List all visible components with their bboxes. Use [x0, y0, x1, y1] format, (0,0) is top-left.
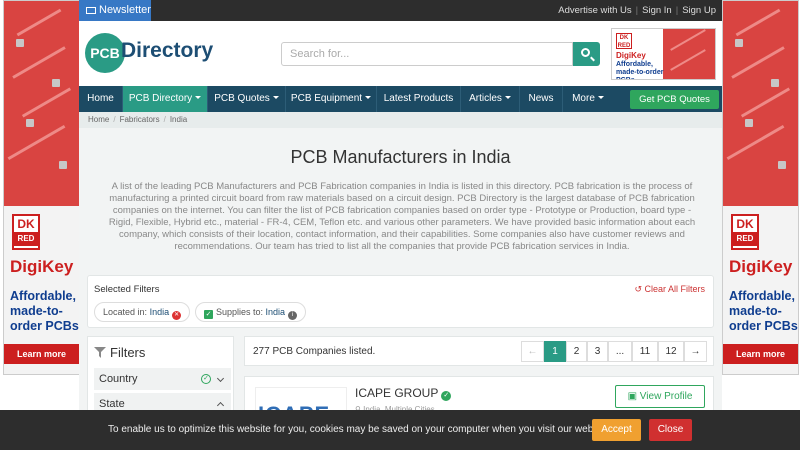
view-profile-button[interactable]: ▣ View Profile	[615, 385, 705, 408]
funnel-icon	[94, 347, 106, 358]
ad-brand-name: DigiKey	[729, 257, 793, 276]
ad-tagline: Affordable, made-to-order PCBs	[10, 289, 79, 333]
header-ad[interactable]: DK RED DigiKey Affordable, made-to-order …	[611, 28, 716, 80]
page-2-button[interactable]: 2	[566, 341, 587, 362]
get-pcb-quotes-button[interactable]: Get PCB Quotes	[630, 90, 719, 109]
page-12-button[interactable]: 12	[658, 341, 684, 362]
intro-paragraph: A list of the leading PCB Manufacturers …	[108, 181, 696, 253]
top-links: Advertise with Us | Sign In | Sign Up	[558, 5, 716, 16]
header-ad-tagline: Affordable, made-to-order PCBs	[616, 61, 664, 79]
logo-mark: PCB	[85, 33, 125, 73]
remove-filter-icon[interactable]: ✕	[172, 311, 182, 320]
nav-more[interactable]: More	[563, 86, 613, 112]
caret-down-icon	[195, 96, 202, 99]
header-ad-brand: DigiKey	[616, 51, 646, 60]
nav-latest-products[interactable]: Latest Products	[377, 86, 461, 112]
breadcrumb-fabricators[interactable]: Fabricators	[120, 115, 160, 124]
results-header: 277 PCB Companies listed. ← 1 2 3 ... 11…	[244, 336, 714, 366]
learn-more-button[interactable]: Learn more	[723, 344, 798, 364]
page-11-button[interactable]: 11	[632, 341, 658, 362]
page-ellipsis: ...	[608, 341, 632, 362]
caret-down-icon	[365, 96, 372, 99]
info-icon[interactable]: i	[288, 311, 298, 320]
filters-heading: Filters	[94, 345, 145, 360]
check-circle-icon: ✓	[201, 374, 211, 384]
caret-down-icon	[272, 96, 279, 99]
chevron-up-icon	[216, 401, 225, 410]
nav-pcb-directory[interactable]: PCB Directory	[123, 86, 208, 112]
company-name[interactable]: ICAPE GROUP ✓	[355, 386, 452, 401]
nav-articles[interactable]: Articles	[461, 86, 520, 112]
top-bar: Newsletter Advertise with Us | Sign In | Sig…	[79, 0, 722, 21]
newsletter-button[interactable]: Newsletter	[79, 0, 151, 21]
filter-pill-located-in[interactable]: Located in: India ✕	[94, 302, 191, 322]
nav-news[interactable]: News	[520, 86, 563, 112]
verified-check-icon: ✓	[441, 391, 452, 401]
sign-up-link[interactable]: Sign Up	[682, 5, 716, 16]
pcb-board-image	[723, 1, 798, 206]
search-input[interactable]: Search for...	[281, 42, 573, 66]
ad-tagline: Affordable, made-to-order PCBs	[729, 289, 798, 333]
main-nav: Home PCB Directory PCB Quotes PCB Equipm…	[79, 86, 722, 112]
results-count: 277 PCB Companies listed.	[253, 346, 376, 357]
breadcrumb-current: India	[169, 115, 188, 124]
digikey-logo: DK RED	[12, 214, 40, 250]
digikey-small-logo: DK RED	[616, 33, 632, 49]
logo-word: Directory	[121, 39, 214, 62]
cookie-banner: To enable us to optimize this website fo…	[0, 410, 800, 450]
right-side-ad[interactable]: DK RED DigiKey Affordable, made-to-order …	[722, 0, 799, 375]
caret-down-icon	[597, 96, 604, 99]
close-cookies-button[interactable]: Close	[649, 419, 692, 441]
selected-filters-panel: Selected Filters ↺ Clear All Filters Loc…	[87, 275, 714, 328]
pcb-board-image	[4, 1, 79, 206]
breadcrumb: Home / Fabricators / India	[79, 112, 722, 128]
page-3-button[interactable]: 3	[587, 341, 608, 362]
nav-pcb-quotes[interactable]: PCB Quotes	[208, 86, 286, 112]
advertise-link[interactable]: Advertise with Us	[558, 5, 631, 16]
learn-more-button[interactable]: Learn more	[4, 344, 79, 364]
filter-pill-supplies-to[interactable]: ✓ Supplies to: India i	[195, 302, 307, 322]
left-side-ad[interactable]: DK RED DigiKey Affordable, made-to-order …	[3, 0, 80, 375]
page-prev-button[interactable]: ←	[521, 341, 544, 362]
main-column: Newsletter Advertise with Us | Sign In | Sig…	[79, 0, 722, 450]
selected-filters-title: Selected Filters	[94, 284, 160, 295]
nav-pcb-equipment[interactable]: PCB Equipment	[286, 86, 377, 112]
accept-cookies-button[interactable]: Accept	[592, 419, 641, 441]
caret-down-icon	[504, 96, 511, 99]
sign-in-link[interactable]: Sign In	[642, 5, 672, 16]
envelope-icon	[86, 7, 96, 14]
cookie-text: To enable us to optimize this website fo…	[108, 424, 612, 435]
ad-brand-name: DigiKey	[10, 257, 74, 276]
site-header: PCB Directory Search for... DK RED DigiKe…	[79, 21, 722, 86]
search-button[interactable]	[573, 42, 600, 66]
page-1-button[interactable]: 1	[544, 341, 566, 362]
clear-all-filters-link[interactable]: ↺ Clear All Filters	[634, 284, 705, 295]
breadcrumb-home[interactable]: Home	[88, 115, 109, 124]
search-icon	[581, 48, 590, 57]
checkbox-checked-icon[interactable]: ✓	[204, 310, 213, 319]
page-next-button[interactable]: →	[684, 341, 707, 362]
nav-home[interactable]: Home	[79, 86, 123, 112]
digikey-logo: DK RED	[731, 214, 759, 250]
filter-group-country[interactable]: Country ✓	[94, 368, 231, 390]
page-title: PCB Manufacturers in India	[290, 147, 511, 167]
chevron-down-icon	[216, 374, 225, 383]
